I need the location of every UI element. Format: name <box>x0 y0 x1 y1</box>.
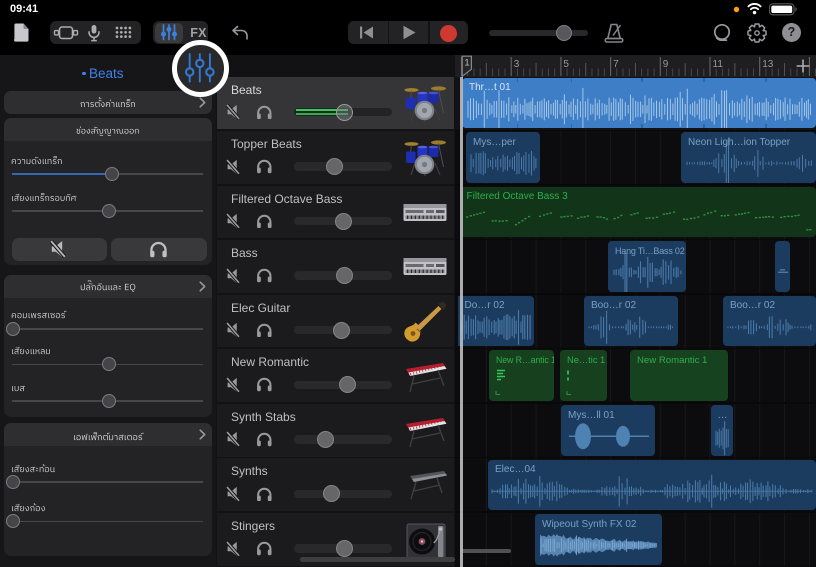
svg-text:1: 1 <box>464 57 469 68</box>
